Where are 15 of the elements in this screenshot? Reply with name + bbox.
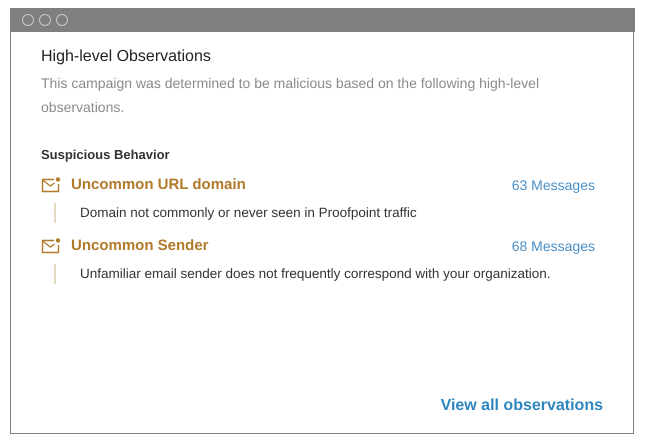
message-count-link[interactable]: 63 Messages	[512, 176, 595, 192]
observation-title: Uncommon Sender	[71, 237, 209, 254]
panel-description: This campaign was determined to be malicious based on the following high-level observations.	[41, 74, 540, 117]
section-heading: Suspicious Behavior	[41, 147, 171, 162]
window-control-icon[interactable]	[38, 14, 50, 26]
observation-title: Uncommon URL domain	[71, 176, 246, 193]
window-control-icon[interactable]	[22, 14, 34, 26]
panel-title: High-level Observations	[41, 48, 212, 66]
observation-detail: Unfamiliar email sender does not frequently correspond with your organization.	[54, 264, 603, 284]
observation-detail: Domain not commonly or never seen in Proofpoint traffic	[54, 203, 603, 223]
window-control-icon[interactable]	[56, 14, 68, 26]
message-count-link[interactable]: 68 Messages	[512, 238, 595, 254]
view-all-link[interactable]: View all observations	[440, 397, 603, 415]
envelope-icon	[41, 176, 61, 192]
envelope-icon	[41, 238, 61, 254]
